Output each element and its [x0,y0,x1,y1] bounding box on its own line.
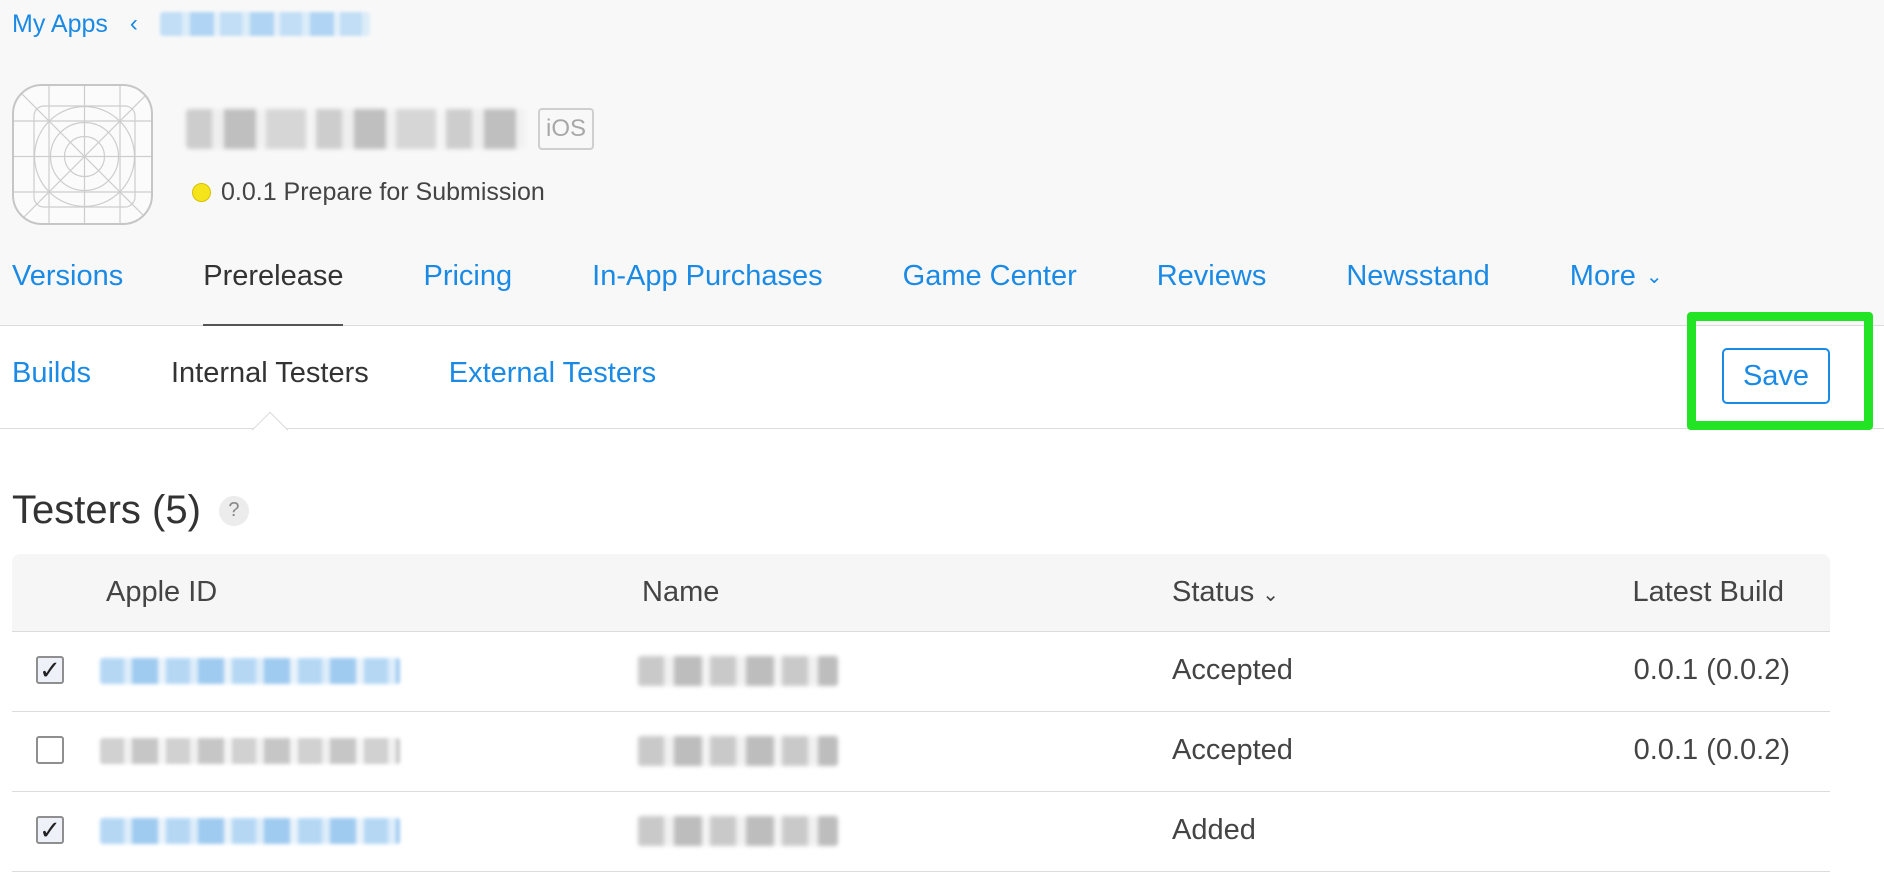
testers-section-header: Testers (5) ? [12,488,249,533]
tab-game-center[interactable]: Game Center [903,252,1077,326]
version-status: 0.0.1 Prepare for Submission [192,178,545,207]
tab-reviews-label: Reviews [1156,260,1267,292]
row-checkbox[interactable]: ✓ [36,816,64,844]
tab-more-label: More [1569,260,1636,292]
tab-newsstand[interactable]: Newsstand [1346,252,1489,326]
version-status-text: 0.0.1 Prepare for Submission [221,178,545,206]
table-row: Accepted 0.0.1 (0.0.2) [12,712,1830,792]
tab-prerelease[interactable]: Prerelease [203,252,344,326]
platform-badge: iOS [538,108,595,150]
chevron-down-icon: ⌄ [1262,584,1280,606]
tab-prerelease-label: Prerelease [203,260,344,292]
column-status[interactable]: Status ⌄ [1172,576,1279,609]
tab-pricing-label: Pricing [423,260,513,292]
table-row: ✓ Accepted 0.0.1 (0.0.2) [12,632,1830,712]
breadcrumb: My Apps ‹ [12,8,370,40]
subtab-external-testers[interactable]: External Testers [449,357,656,390]
app-name-redacted [186,109,526,149]
app-name-breadcrumb-redacted[interactable] [159,12,370,36]
status-dot-icon [192,183,211,202]
tab-game-center-label: Game Center [902,260,1077,292]
apple-id-redacted[interactable] [100,818,400,844]
checkmark-icon: ✓ [39,815,61,845]
latest-build-cell: 0.0.1 (0.0.2) [1633,734,1790,766]
row-checkbox[interactable] [36,736,64,764]
chevron-left-icon[interactable]: ‹ [130,12,138,36]
tab-versions-label: Versions [12,260,124,292]
table-header: Apple ID Name Status ⌄ Latest Build [12,554,1830,632]
name-redacted [638,816,838,846]
apple-id-redacted[interactable] [100,658,400,684]
main-tabs: Versions Prerelease Pricing In-App Purch… [12,252,1743,326]
column-status-label: Status [1172,576,1255,608]
tab-in-app-purchases-label: In-App Purchases [592,260,823,292]
column-latest-build[interactable]: Latest Build [1632,576,1784,609]
checkmark-icon: ✓ [39,655,61,685]
sub-tabs: Builds Internal Testers External Testers [12,357,736,449]
app-header: My Apps ‹ iOS 0.0.1 Prepare for Submissi… [0,0,1884,326]
table-row: ✓ Added [12,792,1830,872]
subtab-builds[interactable]: Builds [12,357,91,390]
row-checkbox[interactable]: ✓ [36,656,64,684]
name-redacted [638,656,838,686]
sub-tabs-bar: Builds Internal Testers External Testers [0,327,1884,449]
tab-pricing[interactable]: Pricing [423,252,512,326]
save-button[interactable]: Save [1722,348,1830,404]
testers-title: Testers (5) [12,488,201,532]
subtab-builds-label: Builds [12,357,91,389]
status-cell: Accepted [1172,654,1293,686]
active-tab-caret [251,411,289,449]
apple-id-redacted [100,738,400,764]
app-icon-placeholder [12,84,153,225]
status-cell: Accepted [1172,734,1293,766]
status-cell: Added [1172,814,1256,846]
tab-in-app-purchases[interactable]: In-App Purchases [592,252,823,326]
tab-more[interactable]: More ⌄ [1570,252,1663,326]
tab-versions[interactable]: Versions [12,252,123,326]
tab-reviews[interactable]: Reviews [1157,252,1267,326]
app-name-row: iOS [186,108,595,150]
subtab-internal-testers[interactable]: Internal Testers [171,357,369,449]
name-redacted [638,736,838,766]
column-name[interactable]: Name [642,576,719,609]
column-apple-id[interactable]: Apple ID [106,576,217,609]
my-apps-link[interactable]: My Apps [12,10,108,39]
subtab-external-testers-label: External Testers [448,357,657,389]
chevron-down-icon: ⌄ [1645,266,1663,288]
help-icon[interactable]: ? [218,495,249,526]
tab-newsstand-label: Newsstand [1346,260,1490,292]
testers-table: Apple ID Name Status ⌄ Latest Build ✓ Ac… [12,554,1830,872]
subtab-internal-testers-label: Internal Testers [171,357,369,389]
latest-build-cell: 0.0.1 (0.0.2) [1633,654,1790,686]
